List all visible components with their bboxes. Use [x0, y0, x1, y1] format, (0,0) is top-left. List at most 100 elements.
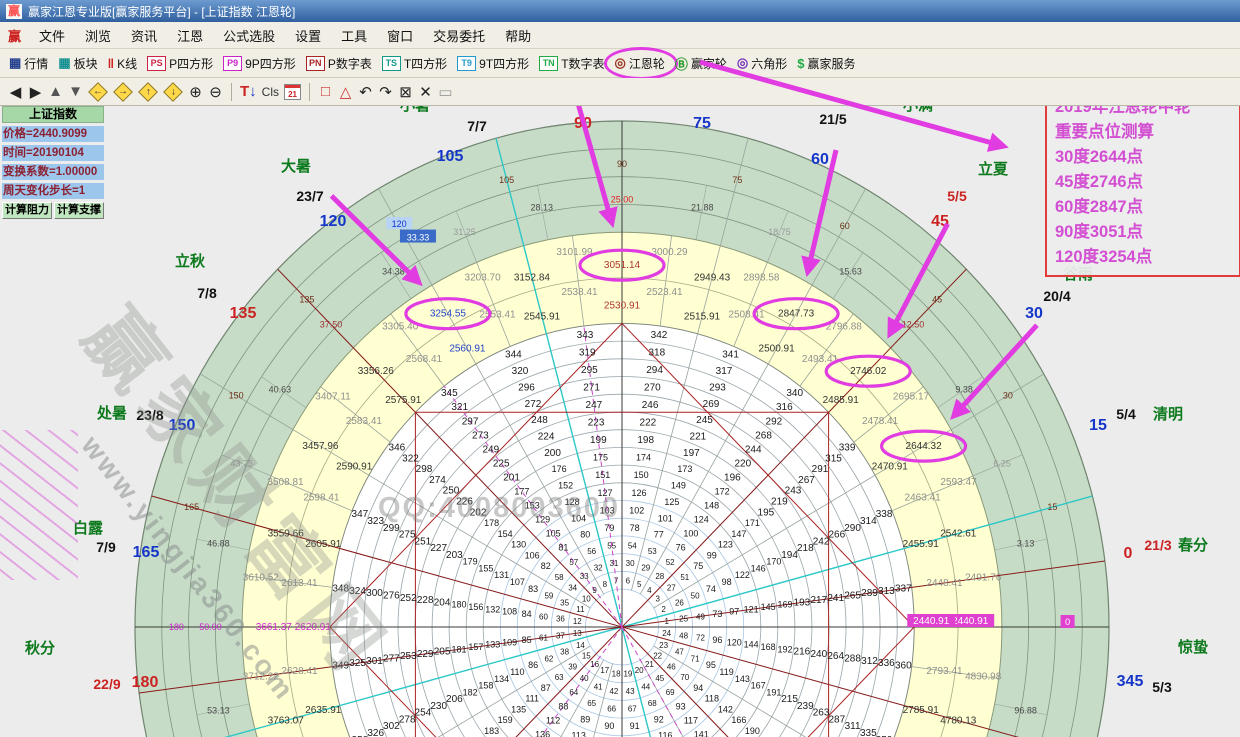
svg-text:69: 69: [666, 688, 675, 697]
menu-item-6[interactable]: 设置: [285, 26, 331, 45]
svg-text:90: 90: [604, 721, 614, 731]
diamond-right-icon[interactable]: →: [113, 82, 133, 102]
svg-text:156: 156: [468, 602, 483, 612]
menu-item-3[interactable]: 资讯: [121, 26, 167, 45]
toolbar-button-gann-wheel[interactable]: ◎江恩轮: [612, 54, 668, 73]
toolbar-button-sectors[interactable]: ▦板块: [55, 54, 100, 73]
back-icon[interactable]: ◀: [8, 83, 23, 101]
t-sort-icon[interactable]: T↓: [240, 83, 257, 100]
toolbar-button-kline[interactable]: ‖K线: [105, 54, 140, 73]
svg-text:2448.41: 2448.41: [926, 578, 963, 589]
forward-icon[interactable]: ▶: [28, 83, 43, 101]
menu-item-5[interactable]: 公式选股: [213, 26, 285, 45]
toolbar-label: 六角形: [751, 55, 787, 72]
toolbar-button-hexagon[interactable]: ◎六角形: [734, 54, 790, 73]
svg-text:93: 93: [676, 701, 686, 711]
calendar-icon[interactable]: 21: [284, 84, 301, 100]
svg-text:2530.91: 2530.91: [604, 301, 641, 312]
svg-text:77: 77: [654, 530, 664, 540]
zoom-in-icon[interactable]: ⊕: [188, 83, 203, 101]
wheel-outer-label: 21/3: [1144, 537, 1171, 553]
svg-text:28: 28: [655, 572, 664, 581]
svg-text:337: 337: [895, 584, 912, 595]
rotate-left-icon[interactable]: ↶: [358, 83, 373, 101]
svg-text:71: 71: [691, 655, 700, 664]
svg-text:129: 129: [535, 515, 550, 525]
svg-text:269: 269: [703, 399, 720, 410]
toolbar-button-quotes[interactable]: ▦行情: [6, 54, 51, 73]
svg-text:277: 277: [383, 654, 400, 665]
up-icon[interactable]: ▲: [48, 83, 63, 100]
svg-text:266: 266: [828, 530, 845, 541]
cross-select-icon[interactable]: ✕: [418, 83, 433, 101]
menu-item-1[interactable]: 文件: [29, 26, 75, 45]
toolbar-button-t-square[interactable]: TST四方形: [379, 54, 450, 73]
svg-text:84: 84: [522, 609, 532, 619]
svg-text:177: 177: [514, 487, 529, 497]
svg-text:152: 152: [558, 481, 573, 491]
svg-text:316: 316: [776, 402, 793, 413]
diamond-left-icon[interactable]: ←: [88, 82, 108, 102]
svg-text:239: 239: [797, 701, 814, 712]
svg-text:43: 43: [626, 687, 635, 696]
xbox-icon[interactable]: ⊠: [398, 83, 413, 101]
menu-item-8[interactable]: 窗口: [377, 26, 423, 45]
panel-button-1[interactable]: 计算阻力: [2, 202, 52, 219]
svg-text:344: 344: [505, 350, 522, 361]
svg-text:275: 275: [399, 530, 416, 541]
svg-text:130: 130: [511, 540, 526, 550]
menu-item-4[interactable]: 江恩: [167, 26, 213, 45]
toolbar-button-winner-wheel[interactable]: Ⓑ赢家轮: [672, 53, 730, 74]
rotate-right-icon[interactable]: ↷: [378, 83, 393, 101]
svg-text:103: 103: [600, 505, 615, 515]
svg-text:18: 18: [612, 669, 621, 678]
menu-item-2[interactable]: 浏览: [75, 26, 121, 45]
svg-text:3457.96: 3457.96: [302, 441, 339, 452]
wheel-outer-label: 立夏: [978, 160, 1009, 178]
svg-text:146: 146: [751, 563, 766, 573]
svg-text:83: 83: [528, 584, 538, 594]
toolbar-button-p-table[interactable]: PNP数字表: [303, 54, 375, 73]
menu-items: 文件浏览资讯江恩公式选股设置工具窗口交易委托帮助: [29, 26, 541, 45]
svg-text:34: 34: [568, 584, 577, 593]
svg-text:53.13: 53.13: [207, 705, 230, 715]
svg-text:135: 135: [511, 704, 526, 714]
svg-text:50.00: 50.00: [199, 622, 222, 632]
svg-text:335: 335: [860, 728, 877, 737]
svg-text:68: 68: [648, 699, 657, 708]
screen-icon[interactable]: ▭: [438, 83, 453, 101]
down-icon[interactable]: ▼: [68, 83, 83, 100]
toolbar-button-9p-square[interactable]: P99P四方形: [220, 54, 299, 73]
svg-text:276: 276: [383, 591, 400, 602]
app-logo-icon: 赢: [6, 4, 22, 19]
wheel-outer-label: 180: [132, 674, 159, 691]
svg-text:2485.91: 2485.91: [823, 395, 860, 406]
svg-text:15.63: 15.63: [839, 266, 862, 276]
svg-text:205: 205: [434, 647, 451, 658]
cls-icon[interactable]: Cls: [262, 85, 279, 99]
menu-item-9[interactable]: 交易委托: [423, 26, 495, 45]
toolbar-button-p-square[interactable]: PSP四方形: [144, 54, 216, 73]
diamond-up-icon[interactable]: ↑: [138, 82, 158, 102]
svg-text:190: 190: [745, 726, 760, 736]
diamond-down-icon[interactable]: ↓: [163, 82, 183, 102]
rect-tool-icon[interactable]: □: [318, 83, 333, 100]
menu-item-7[interactable]: 工具: [331, 26, 377, 45]
menu-item-10[interactable]: 帮助: [495, 26, 541, 45]
toolbar-button-9t-square[interactable]: T99T四方形: [454, 54, 532, 73]
svg-text:178: 178: [484, 518, 499, 528]
wheel-outer-label: 345: [1117, 673, 1144, 690]
svg-text:106: 106: [525, 550, 540, 560]
svg-text:148: 148: [704, 501, 719, 511]
wheel-outer-label: 处暑: [96, 404, 127, 422]
toolbar-button-winner-service[interactable]: $赢家服务: [794, 54, 858, 73]
triangle-tool-icon[interactable]: △: [338, 83, 353, 101]
annotation-line-2: 重要点位测算: [1055, 120, 1231, 145]
svg-text:31: 31: [609, 559, 618, 568]
svg-text:28.13: 28.13: [530, 203, 553, 213]
svg-text:341: 341: [722, 350, 739, 361]
toolbar-button-t-table[interactable]: TNT数字表: [536, 54, 607, 73]
panel-button-2[interactable]: 计算支撑: [54, 202, 104, 219]
svg-text:21: 21: [645, 660, 654, 669]
zoom-out-icon[interactable]: ⊖: [208, 83, 223, 101]
